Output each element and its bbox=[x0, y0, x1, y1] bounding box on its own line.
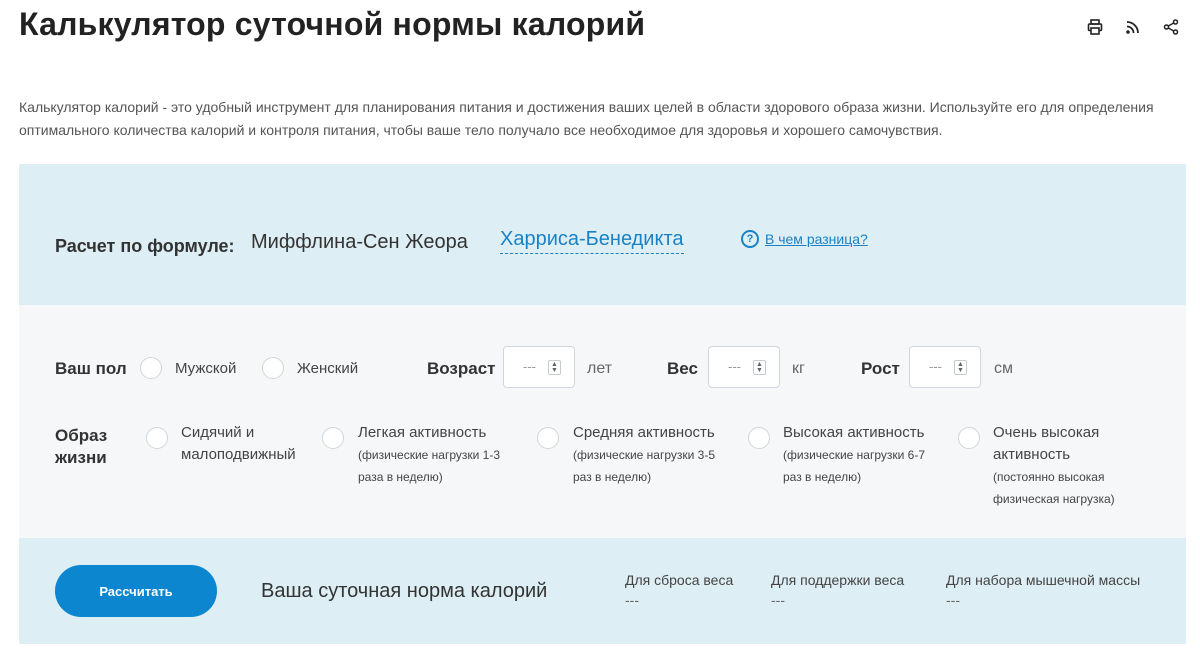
height-label: Рост bbox=[861, 359, 900, 378]
rss-icon[interactable] bbox=[1124, 18, 1142, 36]
lifestyle-label: Образ жизни bbox=[55, 425, 107, 469]
print-icon[interactable] bbox=[1086, 18, 1104, 36]
result-weight-maintain: Для поддержки веса --- bbox=[771, 572, 904, 608]
lifestyle-light-title: Легкая активность bbox=[358, 424, 487, 441]
lifestyle-very-high-option: Очень высокая активность (постоянно высо… bbox=[993, 422, 1133, 510]
formula-panel: Расчет по формуле: Миффлина-Сен Жеора Ха… bbox=[19, 164, 1186, 305]
weight-unit: кг bbox=[792, 360, 805, 377]
question-icon: ? bbox=[741, 230, 759, 248]
result-weight-loss-value: --- bbox=[625, 592, 639, 608]
lifestyle-sedentary-label: Сидячий и малоподвижный bbox=[181, 424, 296, 463]
lifestyle-medium-title: Средняя активность bbox=[573, 424, 715, 441]
age-input[interactable]: --- ▲ ▼ bbox=[503, 346, 575, 388]
weight-input[interactable]: --- ▲ ▼ bbox=[708, 346, 780, 388]
calculate-button[interactable]: Рассчитать bbox=[55, 565, 217, 617]
result-muscle-gain: Для набора мышечной массы --- bbox=[946, 572, 1140, 608]
lifestyle-high-option: Высокая активность (физические нагрузки … bbox=[783, 422, 933, 488]
gender-male-radio[interactable] bbox=[140, 357, 162, 379]
result-weight-loss-label: Для сброса веса bbox=[625, 572, 734, 588]
lifestyle-very-high-sub: (постоянно высокая физическая нагрузка) bbox=[993, 470, 1115, 506]
lifestyle-light-sub: (физические нагрузки 1-3 раза в неделю) bbox=[358, 448, 501, 484]
weight-placeholder: --- bbox=[728, 359, 741, 374]
age-spinner-icon[interactable]: ▲ ▼ bbox=[548, 360, 561, 375]
lifestyle-light-radio[interactable] bbox=[322, 427, 344, 449]
formula-option-harris[interactable]: Харриса-Бенедикта bbox=[500, 228, 684, 254]
lifestyle-medium-radio[interactable] bbox=[537, 427, 559, 449]
weight-label: Вес bbox=[667, 359, 698, 378]
height-unit: см bbox=[994, 360, 1013, 377]
result-weight-maintain-value: --- bbox=[771, 592, 785, 608]
result-weight-maintain-label: Для поддержки веса bbox=[771, 572, 905, 588]
difference-link[interactable]: ? В чем разница? bbox=[741, 230, 868, 248]
lifestyle-high-radio[interactable] bbox=[748, 427, 770, 449]
lifestyle-label-line1: Образ bbox=[55, 426, 108, 445]
lifestyle-medium-option: Средняя активность (физические нагрузки … bbox=[573, 422, 723, 488]
intro-text: Калькулятор калорий - это удобный инстру… bbox=[19, 99, 1154, 138]
header-actions bbox=[1086, 18, 1180, 36]
gender-female-label: Женский bbox=[297, 360, 359, 377]
height-placeholder: --- bbox=[929, 359, 942, 374]
lifestyle-high-sub: (физические нагрузки 6-7 раз в неделю) bbox=[783, 448, 926, 484]
params-panel: Ваш пол Мужской Женский Возраст --- ▲ ▼ л… bbox=[19, 305, 1186, 538]
age-unit: лет bbox=[587, 360, 613, 377]
height-input[interactable]: --- ▲ ▼ bbox=[909, 346, 981, 388]
lifestyle-very-high-radio[interactable] bbox=[958, 427, 980, 449]
result-muscle-gain-value: --- bbox=[946, 592, 960, 608]
result-title: Ваша суточная норма калорий bbox=[261, 580, 548, 602]
gender-label: Ваш пол bbox=[55, 359, 127, 378]
age-placeholder: --- bbox=[523, 359, 536, 374]
share-icon[interactable] bbox=[1162, 18, 1180, 36]
page-title: Калькулятор суточной нормы калорий bbox=[19, 6, 646, 42]
difference-link-label: В чем разница? bbox=[765, 231, 868, 247]
lifestyle-sedentary-radio[interactable] bbox=[146, 427, 168, 449]
result-panel: Рассчитать Ваша суточная норма калорий Д… bbox=[19, 538, 1186, 644]
formula-label: Расчет по формуле: bbox=[55, 236, 235, 256]
age-label: Возраст bbox=[427, 359, 496, 378]
lifestyle-medium-sub: (физические нагрузки 3-5 раз в неделю) bbox=[573, 448, 716, 484]
formula-option-mifflin[interactable]: Миффлина-Сен Жеора bbox=[251, 231, 468, 254]
gender-male-label: Мужской bbox=[175, 360, 237, 377]
lifestyle-light-option: Легкая активность (физические нагрузки 1… bbox=[358, 422, 508, 488]
gender-female-radio[interactable] bbox=[262, 357, 284, 379]
lifestyle-label-line2: жизни bbox=[55, 448, 107, 467]
height-spinner-icon[interactable]: ▲ ▼ bbox=[954, 360, 967, 375]
lifestyle-high-title: Высокая активность bbox=[783, 424, 925, 441]
result-muscle-gain-label: Для набора мышечной массы bbox=[946, 572, 1141, 588]
result-weight-loss: Для сброса веса --- bbox=[625, 572, 733, 608]
lifestyle-very-high-title: Очень высокая активность bbox=[993, 424, 1100, 463]
weight-spinner-icon[interactable]: ▲ ▼ bbox=[753, 360, 766, 375]
